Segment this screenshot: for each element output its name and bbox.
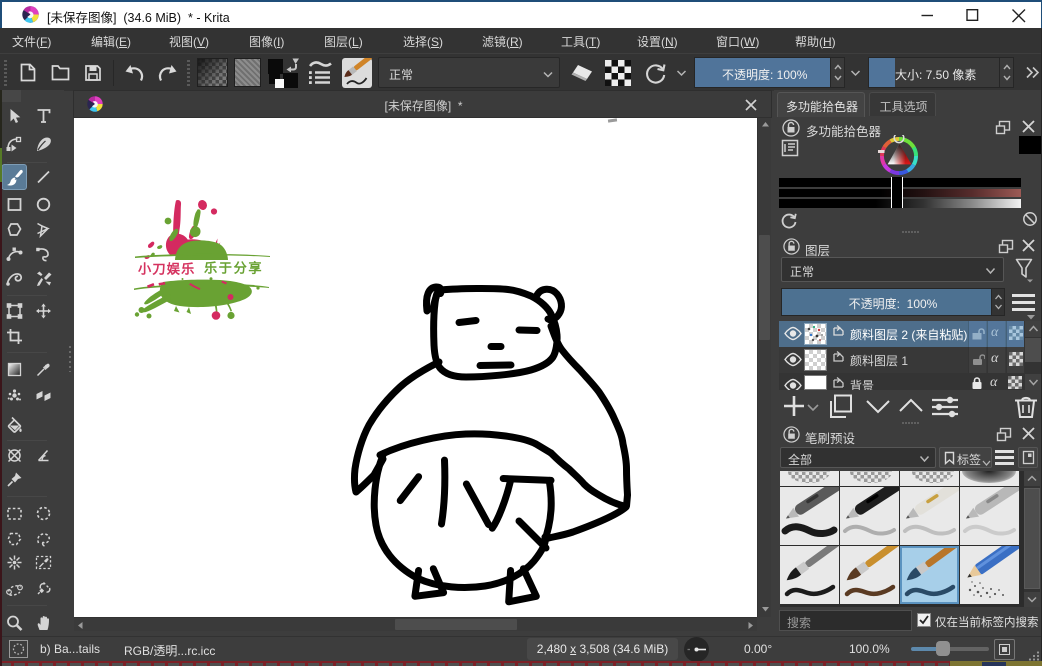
svg-text:乐于分享: 乐于分享	[204, 258, 263, 277]
svg-text:小刀娱乐: 小刀娱乐	[138, 259, 196, 278]
